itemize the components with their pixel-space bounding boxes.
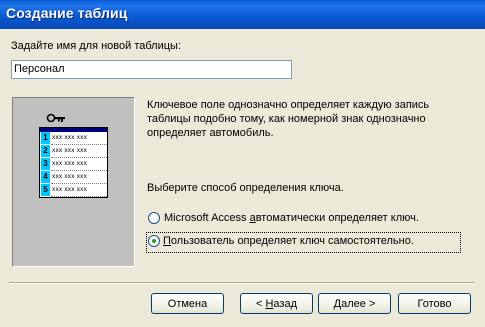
back-button[interactable]: < Назад (240, 293, 313, 314)
radio-user-key[interactable] (148, 235, 160, 247)
key-description: Ключевое поле однозначно определяет кажд… (147, 99, 430, 139)
sample-row: 3 xxx xxx xxx (40, 158, 107, 171)
table-name-input[interactable] (11, 60, 292, 79)
sample-row: 4 xxx xxx xxx (40, 171, 107, 184)
next-button[interactable]: Далее > (318, 293, 391, 314)
radio-user-key-label[interactable]: Пользователь определяет ключ самостоятел… (163, 235, 414, 247)
sample-row: 2 xxx xxx xxx (40, 145, 107, 158)
window-title: Создание таблиц (6, 5, 128, 21)
finish-button[interactable]: Готово (398, 293, 471, 314)
key-method-prompt: Выберите способ определения ключа. (147, 182, 344, 194)
sample-row: 1 xxx xxx xxx (40, 132, 107, 145)
key-illustration: 1 xxx xxx xxx 2 xxx xxx xxx 3 xxx xxx xxx 4… (12, 97, 135, 267)
title-bar: Создание таблиц (0, 0, 485, 29)
table-name-label: Задайте имя для новой таблицы: (11, 40, 181, 52)
key-icon (46, 113, 65, 123)
radio-selected-dot (152, 239, 156, 243)
cancel-button[interactable]: Отмена (151, 293, 224, 314)
sample-table: 1 xxx xxx xxx 2 xxx xxx xxx 3 xxx xxx xxx 4… (39, 127, 108, 198)
sample-row: 5 xxx xxx xxx (40, 184, 107, 197)
radio-auto-key-label[interactable]: Microsoft Access автоматически определяе… (164, 212, 419, 224)
button-separator (9, 282, 475, 284)
radio-auto-key[interactable] (148, 212, 160, 224)
